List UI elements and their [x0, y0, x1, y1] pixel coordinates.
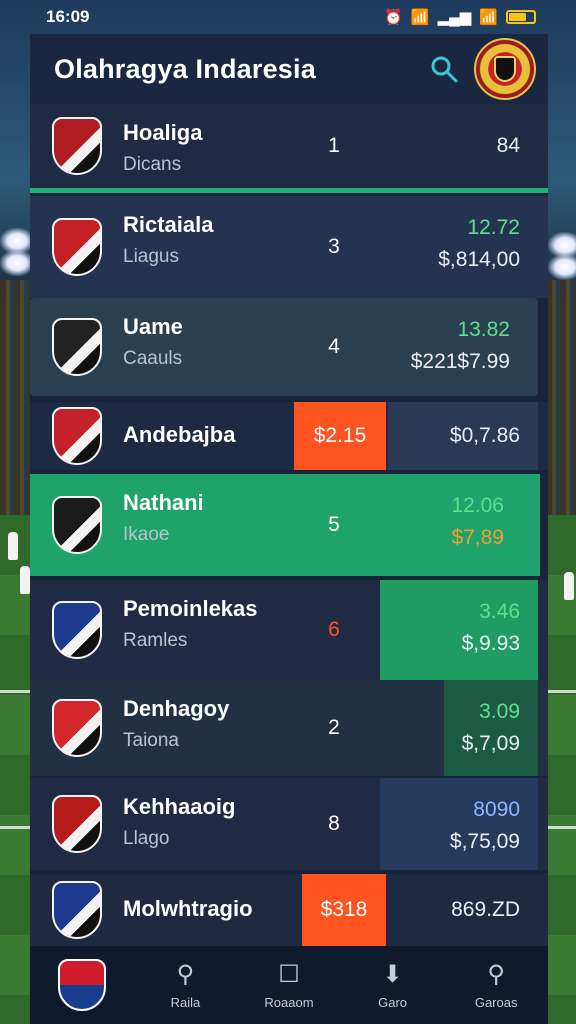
nav-label: Roaaom	[264, 994, 314, 1010]
team-name: Denhagoy	[123, 696, 230, 721]
crest-icon[interactable]	[474, 38, 536, 100]
team-subtitle: Llago	[123, 828, 170, 849]
nav-item[interactable]	[30, 959, 134, 1011]
team-row[interactable]: Molwhtragio $318 869.ZD	[30, 874, 548, 946]
team-subtitle: Ramles	[123, 630, 188, 651]
battery-level	[509, 13, 526, 21]
team-row[interactable]: Denhagoy Taiona 2 3.09 $,7,09	[30, 680, 548, 776]
team-price: $,814,00	[438, 248, 520, 271]
team-row[interactable]: Andebajba $2.15 $0,7.86	[30, 402, 548, 470]
nav-item[interactable]: ⚲ Raila	[134, 961, 238, 1010]
team-value: 84	[496, 134, 520, 157]
team-logo-icon	[52, 795, 102, 853]
team-logo-icon	[52, 407, 102, 465]
team-logo-icon	[52, 117, 102, 175]
search-icon: ⚲	[176, 960, 195, 988]
search-icon[interactable]	[424, 49, 464, 89]
search-icon: ⚲	[487, 960, 505, 988]
team-row[interactable]: Hoaliga Dicans 1 84	[30, 104, 548, 188]
team-logo-icon	[52, 318, 102, 376]
square-icon: ☐	[278, 960, 300, 988]
team-price: $,9.93	[461, 632, 520, 655]
team-logo-icon	[52, 218, 102, 276]
team-rank: 2	[328, 716, 340, 739]
team-rank: 6	[328, 618, 340, 641]
team-rank: 3	[328, 235, 340, 258]
value-box	[444, 680, 538, 776]
team-rank: 5	[328, 513, 340, 536]
team-logo-icon	[52, 881, 102, 939]
team-subtitle: Taiona	[123, 730, 179, 751]
team-name: Rictaiala	[123, 212, 214, 237]
app-panel: Olahragya Indaresia Hoaliga Dicans 1 84 Rict…	[30, 34, 548, 946]
team-name: Molwhtragio	[123, 896, 253, 921]
team-name: Uame	[123, 314, 183, 339]
team-price: $,75,09	[449, 830, 520, 853]
page-title: Olahragya Indaresia	[54, 53, 316, 84]
team-subtitle: Liagus	[123, 246, 179, 267]
team-logo-icon	[52, 601, 102, 659]
nav-label: Garoas	[474, 994, 518, 1010]
alarm-icon: ⏰	[384, 9, 403, 26]
download-icon: ⬇	[382, 960, 403, 988]
team-value: 8090	[473, 798, 520, 821]
price-tag[interactable]: $318	[302, 874, 386, 946]
team-price: $7,89	[451, 526, 504, 549]
team-value: 12.06	[451, 494, 504, 517]
team-row[interactable]: Rictaiala Liagus 3 12.72 $,814,00	[30, 196, 548, 298]
team-logo-icon	[57, 959, 106, 1011]
signal-icon: ▂▄▆	[437, 9, 472, 26]
player	[20, 566, 30, 594]
team-name: Andebajba	[123, 422, 236, 447]
team-row[interactable]: Pemoinlekas Ramles 6 3.46 $,9.93	[30, 580, 548, 680]
team-subtitle: Caauls	[123, 348, 183, 369]
team-value: 12.72	[467, 216, 520, 239]
team-name: Nathani	[123, 490, 204, 515]
team-subtitle: Ikaoe	[123, 524, 170, 545]
team-name: Kehhaaoig	[123, 794, 236, 819]
team-value: 869.ZD	[451, 898, 520, 921]
team-name: Hoaliga	[123, 120, 203, 145]
team-row[interactable]: Kehhaaoig Llago 8 8090 $,75,09	[30, 778, 548, 870]
team-value: 3.09	[479, 700, 520, 723]
battery-icon	[506, 10, 536, 24]
team-value: 13.82	[457, 318, 510, 341]
accent-divider	[30, 188, 548, 193]
app-header: Olahragya Indaresia	[30, 34, 548, 104]
team-subtitle: Dicans	[123, 154, 182, 175]
wifi-icon: 📶	[410, 9, 430, 26]
status-bar: 16:09 ⏰ 📶 ▂▄▆ 📶	[0, 0, 576, 34]
status-icons: ⏰ 📶 ▂▄▆ 📶	[384, 8, 536, 26]
team-value: $0,7.86	[449, 424, 520, 447]
team-value: 3.46	[479, 600, 520, 623]
player	[8, 532, 18, 560]
team-logo-icon	[52, 496, 102, 554]
team-rank: 4	[328, 335, 340, 358]
team-price: $221$7.99	[410, 350, 510, 373]
value-box	[380, 580, 538, 680]
team-row[interactable]: Uame Caauls 4 13.82 $221$7.99	[30, 298, 538, 396]
search-icon	[431, 56, 458, 83]
player	[564, 572, 574, 600]
status-time: 16:09	[46, 7, 90, 26]
nav-item[interactable]: ⬇ Garo	[341, 961, 445, 1010]
wifi-icon: 📶	[479, 9, 498, 26]
value-box	[380, 778, 538, 870]
team-name: Pemoinlekas	[123, 596, 258, 621]
bottom-nav: ⚲ Raila ☐ Roaaom ⬇ Garo ⚲ Garoas	[30, 946, 548, 1024]
nav-item[interactable]: ⚲ Garoas	[444, 961, 548, 1010]
nav-label: Raila	[170, 994, 201, 1010]
team-price: $,7,09	[461, 732, 520, 755]
price-tag[interactable]: $2.15	[294, 402, 386, 470]
team-logo-icon	[52, 699, 102, 757]
team-row[interactable]: Nathani Ikaoe 5 12.06 $7,89	[30, 474, 540, 576]
nav-label: Garo	[378, 994, 408, 1010]
nav-item[interactable]: ☐ Roaaom	[237, 961, 341, 1010]
floodlight	[0, 250, 34, 276]
floodlight	[548, 254, 576, 280]
team-rank: 8	[328, 812, 340, 835]
team-rank: 1	[328, 134, 340, 157]
